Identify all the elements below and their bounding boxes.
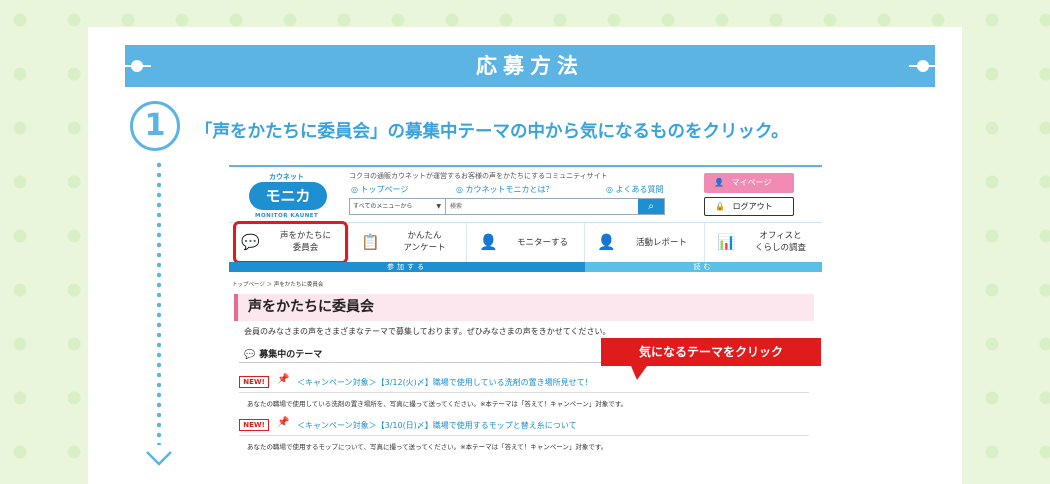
pin-icon: 📌	[277, 417, 290, 428]
tab-quick-survey[interactable]: 📋 かんたん アンケート	[349, 223, 467, 263]
new-badge: NEW!	[239, 376, 269, 388]
chevron-down-icon	[146, 451, 172, 466]
search-icon: ⌕	[648, 201, 654, 212]
row-divider	[239, 392, 809, 393]
read-bar: 読む	[585, 262, 822, 272]
site-screenshot: カウネット モニカ MONITOR KAUNET コクヨの通販カウネットが運営す…	[229, 165, 822, 455]
section-heading: 💬 募集中のテーマ	[244, 350, 323, 360]
theme-link[interactable]: ＜キャンペーン対象＞【3/12(火)〆】職場で使用している洗剤の置き場所見せて！	[297, 377, 593, 388]
search-input[interactable]: 検索	[450, 199, 462, 214]
logout-button[interactable]: 🔒 ログアウト	[704, 197, 794, 216]
clipboard-icon: 📋	[361, 233, 380, 251]
dotted-connector	[157, 160, 161, 445]
report-person-icon: 👤	[597, 233, 616, 251]
bar-chart-icon: 📊	[717, 233, 736, 251]
tab-highlight	[233, 221, 348, 264]
nav-faq-link[interactable]: ◎ よくある質問	[606, 184, 664, 195]
tab-activity-report[interactable]: 👤 活動レポート	[585, 223, 705, 263]
click-callout: 気になるテーマをクリック	[601, 338, 821, 380]
logo-kana: カウネット	[269, 173, 304, 181]
monitor-person-icon: 👤	[479, 233, 498, 251]
site-logo[interactable]: カウネット モニカ MONITOR KAUNET	[249, 172, 327, 222]
callout-tail	[631, 366, 647, 380]
banner-dot-right	[917, 60, 929, 72]
tab-monitor[interactable]: 👤 モニターする	[467, 223, 585, 263]
logo-sub: MONITOR KAUNET	[255, 213, 319, 219]
nav-about-link[interactable]: ◎ カウネットモニカとは？	[456, 184, 554, 195]
page-intro: 会員のみなさまの声をさまざまなテーマで募集しております。ぜひみなさまの声をきかせ…	[244, 327, 611, 336]
lock-icon: 🔒	[715, 202, 725, 211]
banner-title: 応募方法	[476, 54, 584, 78]
step-instruction: 「声をかたちに委員会」の募集中テーマの中から気になるものをクリック。	[195, 122, 789, 142]
search-button[interactable]: ⌕	[638, 199, 664, 214]
theme-link[interactable]: ＜キャンペーン対象＞【3/10(日)〆】職場で使用するモップと替え糸について	[297, 420, 577, 431]
user-icon: 👤	[714, 178, 724, 187]
participate-bar: 参加する	[229, 262, 585, 272]
nav-top-link[interactable]: ◎ トップページ	[351, 184, 408, 195]
breadcrumb: トップページ ＞ 声をかたちに委員会	[232, 282, 324, 288]
site-tagline: コクヨの通販カウネットが運営するお客様の声をかたちにするコミュニティサイト	[349, 172, 608, 180]
section-banner: 応募方法	[125, 45, 935, 87]
search-category-select[interactable]: すべてのメニューから ▼	[350, 199, 446, 214]
search-bar: すべてのメニューから ▼ 検索 ⌕	[349, 198, 665, 215]
page-title: 声をかたちに委員会	[234, 294, 814, 321]
theme-description: あなたの職場で使用している洗剤の置き場所を、写真に撮って送ってください。※本テー…	[247, 400, 628, 408]
theme-description: あなたの職場で使用するモップについて、写真に撮って送ってください。※本テーマは「…	[247, 443, 608, 451]
new-badge: NEW!	[239, 419, 269, 431]
banner-dot-left	[131, 60, 143, 72]
step-number: 1	[130, 101, 180, 151]
pin-icon: 📌	[277, 374, 290, 385]
tab-office-survey[interactable]: 📊 オフィスと くらしの調査	[705, 223, 822, 263]
row-divider	[239, 435, 809, 436]
logo-main: モニカ	[249, 182, 327, 210]
mypage-button[interactable]: 👤 マイページ	[704, 173, 794, 193]
top-rule	[229, 165, 822, 167]
chat-bubble-icon: 💬	[244, 350, 256, 360]
